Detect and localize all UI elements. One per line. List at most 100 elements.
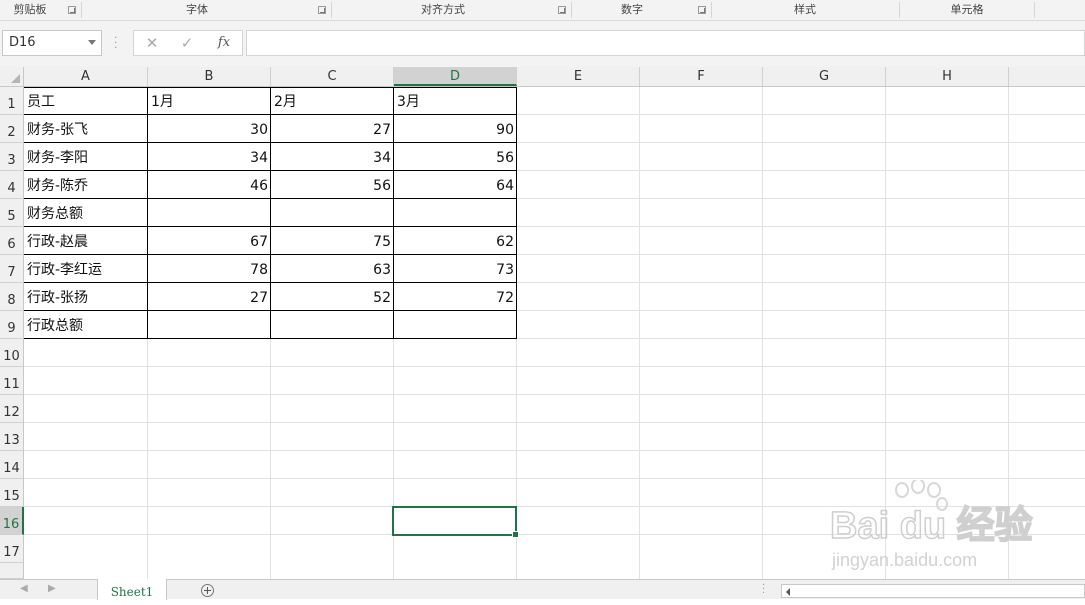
cell-a2[interactable]: 财务-张飞 — [24, 115, 148, 143]
row-header[interactable] — [0, 563, 24, 579]
cell-c1[interactable]: 2月 — [271, 87, 394, 115]
cell-b7[interactable]: 78 — [148, 255, 271, 283]
number-launcher-icon[interactable] — [698, 6, 706, 14]
cell-b4[interactable]: 46 — [148, 171, 271, 199]
cell-b6[interactable]: 67 — [148, 227, 271, 255]
cell-b8[interactable]: 27 — [148, 283, 271, 311]
column-header-b[interactable]: B — [148, 67, 271, 86]
ribbon-group-label: 单元格 — [950, 3, 984, 16]
cell-b3[interactable]: 34 — [148, 143, 271, 171]
cell-a3[interactable]: 财务-李阳 — [24, 143, 148, 171]
active-cell-d16[interactable] — [392, 506, 519, 538]
row-header[interactable]: 5 — [0, 199, 24, 227]
formula-bar: D16 · · · ✕ ✓ fx — [0, 21, 1085, 67]
cell-b1[interactable]: 1月 — [148, 87, 271, 115]
row-header[interactable]: 16 — [0, 507, 24, 535]
cell-d3[interactable]: 56 — [394, 143, 517, 171]
column-header-c[interactable]: C — [271, 67, 394, 86]
cell-c8[interactable]: 52 — [271, 283, 394, 311]
ribbon-divider — [1034, 2, 1035, 18]
column-header-f[interactable]: F — [640, 67, 763, 86]
cell-d5[interactable] — [394, 199, 517, 227]
cell-c7[interactable]: 63 — [271, 255, 394, 283]
select-all-button[interactable] — [0, 67, 24, 86]
row-header[interactable]: 14 — [0, 451, 24, 479]
scroll-tabs-left-icon[interactable]: ◀ — [20, 583, 28, 594]
cell-d6[interactable]: 62 — [394, 227, 517, 255]
cell-b9[interactable] — [148, 311, 271, 339]
column-header-e[interactable]: E — [517, 67, 640, 86]
cell-c3[interactable]: 34 — [271, 143, 394, 171]
ribbon-group-label: 对齐方式 — [421, 3, 465, 16]
ribbon-group-label: 字体 — [186, 3, 208, 16]
ribbon-group-font: 字体 — [82, 0, 312, 20]
cell-a9[interactable]: 行政总额 — [24, 311, 148, 339]
enter-icon[interactable]: ✓ — [172, 31, 202, 55]
cancel-icon[interactable]: ✕ — [137, 31, 167, 55]
row-header[interactable]: 7 — [0, 255, 24, 283]
row-header[interactable]: 12 — [0, 395, 24, 423]
grid-line — [24, 506, 1085, 507]
cell-c2[interactable]: 27 — [271, 115, 394, 143]
scroll-left-arrow-icon[interactable] — [786, 588, 790, 596]
grid-line — [24, 534, 1085, 535]
row-header[interactable]: 4 — [0, 171, 24, 199]
cell-c4[interactable]: 56 — [271, 171, 394, 199]
alignment-launcher-icon[interactable] — [558, 6, 566, 14]
row-header[interactable]: 2 — [0, 115, 24, 143]
cell-a8[interactable]: 行政-张扬 — [24, 283, 148, 311]
cell-d7[interactable]: 73 — [394, 255, 517, 283]
add-sheet-icon[interactable] — [201, 584, 214, 597]
cell-b2[interactable]: 30 — [148, 115, 271, 143]
fill-handle[interactable] — [512, 531, 519, 538]
name-box-value: D16 — [9, 35, 36, 50]
row-header[interactable]: 10 — [0, 339, 24, 367]
cell-d4[interactable]: 64 — [394, 171, 517, 199]
clipboard-launcher-icon[interactable] — [68, 6, 76, 14]
row-header[interactable]: 9 — [0, 311, 24, 339]
cell-b5[interactable] — [148, 199, 271, 227]
scroll-tabs-right-icon[interactable]: ▶ — [48, 583, 56, 594]
insert-function-icon[interactable]: fx — [209, 31, 239, 55]
cell-d8[interactable]: 72 — [394, 283, 517, 311]
row-header[interactable]: 17 — [0, 535, 24, 563]
cell-a4[interactable]: 财务-陈乔 — [24, 171, 148, 199]
cell-d2[interactable]: 90 — [394, 115, 517, 143]
row-header[interactable]: 1 — [0, 87, 24, 115]
horizontal-scrollbar[interactable] — [781, 584, 1085, 598]
column-header-h[interactable]: H — [886, 67, 1009, 86]
formula-bar-grip-icon[interactable]: · · · — [114, 32, 118, 53]
font-launcher-icon[interactable] — [318, 6, 326, 14]
formula-input[interactable] — [246, 30, 1085, 56]
row-header[interactable]: 3 — [0, 143, 24, 171]
row-header[interactable]: 15 — [0, 479, 24, 507]
ribbon-group-label: 剪贴板 — [13, 3, 47, 16]
column-header-g[interactable]: G — [763, 67, 886, 86]
chevron-down-icon[interactable] — [88, 40, 96, 45]
grid-line — [24, 394, 1085, 395]
row-header[interactable]: 11 — [0, 367, 24, 395]
column-header-d[interactable]: D — [394, 67, 517, 86]
cell-a5[interactable]: 财务总额 — [24, 199, 148, 227]
row-header[interactable]: 13 — [0, 423, 24, 451]
row-header[interactable]: 6 — [0, 227, 24, 255]
grid-line — [24, 366, 1085, 367]
cell-a7[interactable]: 行政-李红运 — [24, 255, 148, 283]
cell-d9[interactable] — [394, 311, 517, 339]
cell-c6[interactable]: 75 — [271, 227, 394, 255]
cell-a1[interactable]: 员工 — [24, 87, 148, 115]
ribbon-group-cells: 单元格 — [900, 0, 1034, 20]
cell-c5[interactable] — [271, 199, 394, 227]
column-header-a[interactable]: A — [24, 67, 148, 86]
cell-c9[interactable] — [271, 311, 394, 339]
splitter-grip-icon[interactable]: · · · — [762, 581, 765, 599]
ribbon-group-bar: 剪贴板 字体 对齐方式 数字 样式 单元格 — [0, 0, 1085, 21]
ribbon-group-label: 数字 — [621, 3, 643, 16]
sheet-tab-sheet1[interactable]: Sheet1 — [97, 579, 167, 600]
row-header[interactable]: 8 — [0, 283, 24, 311]
ribbon-group-label: 样式 — [794, 3, 816, 16]
column-header-i[interactable]: I — [1009, 67, 1085, 86]
cell-a6[interactable]: 行政-赵晨 — [24, 227, 148, 255]
cell-d1[interactable]: 3月 — [394, 87, 517, 115]
name-box[interactable]: D16 — [2, 30, 102, 56]
